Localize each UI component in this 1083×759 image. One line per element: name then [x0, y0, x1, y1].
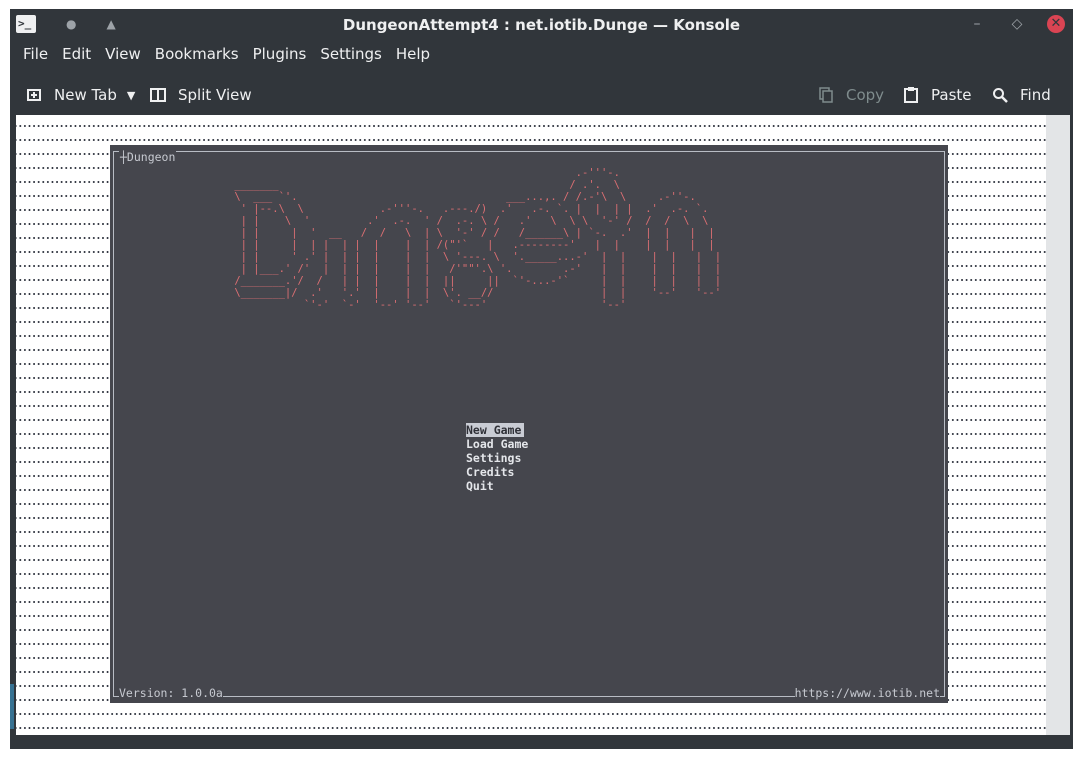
- menu-item-new-game[interactable]: New Game: [466, 423, 530, 437]
- new-tab-dropdown-icon[interactable]: ▼: [127, 89, 135, 102]
- split-view-label: Split View: [178, 86, 252, 104]
- minimize-icon[interactable]: –: [969, 16, 985, 32]
- focus-accent: [10, 684, 14, 729]
- website-url: https://www.iotib.net: [794, 686, 940, 700]
- menu-item-load-game[interactable]: Load Game: [466, 437, 530, 451]
- menu-bar: File Edit View Bookmarks Plugins Setting…: [10, 45, 1073, 69]
- terminal-scrollbar[interactable]: [1046, 115, 1070, 735]
- panel-title: ┼Dungeon: [119, 150, 177, 164]
- menu-plugins[interactable]: Plugins: [253, 45, 307, 69]
- menu-help[interactable]: Help: [396, 45, 430, 69]
- terminal-view[interactable]: ┼Dungeon Version: 1.0.0a https://www.iot…: [16, 115, 1046, 735]
- copy-label: Copy: [846, 86, 885, 104]
- search-icon: [993, 88, 1008, 103]
- konsole-window: >_ ● ▲ DungeonAttempt4 : net.iotib.Dunge…: [10, 9, 1073, 749]
- paste-button[interactable]: Paste: [903, 86, 972, 104]
- split-view-button[interactable]: Split View: [150, 86, 252, 104]
- split-view-icon: [150, 88, 166, 102]
- menu-item-settings[interactable]: Settings: [466, 451, 530, 465]
- close-icon[interactable]: ✕: [1047, 15, 1065, 33]
- title-bar[interactable]: >_ ● ▲ DungeonAttempt4 : net.iotib.Dunge…: [10, 9, 1073, 41]
- maximize-icon[interactable]: ◇: [1009, 16, 1025, 32]
- menu-file[interactable]: File: [23, 45, 48, 69]
- menu-view[interactable]: View: [105, 45, 141, 69]
- dungeon-panel: ┼Dungeon Version: 1.0.0a https://www.iot…: [110, 145, 948, 703]
- new-tab-button[interactable]: New Tab ▼: [26, 86, 135, 104]
- menu-settings[interactable]: Settings: [320, 45, 382, 69]
- paste-label: Paste: [931, 86, 972, 104]
- menu-item-credits[interactable]: Credits: [466, 465, 530, 479]
- new-tab-icon: [27, 89, 41, 101]
- menu-bookmarks[interactable]: Bookmarks: [155, 45, 239, 69]
- find-label: Find: [1020, 86, 1051, 104]
- copy-button[interactable]: Copy: [818, 86, 884, 104]
- paste-icon: [904, 87, 918, 103]
- version-label: Version: 1.0.0a: [119, 686, 223, 700]
- menu-item-new-game-label: New Game: [466, 423, 525, 437]
- copy-icon: [819, 87, 833, 103]
- menu-item-quit[interactable]: Quit: [466, 479, 530, 493]
- main-menu: New Game Load Game Settings Credits Quit: [466, 423, 530, 493]
- new-tab-label: New Tab: [54, 86, 117, 104]
- find-button[interactable]: Find: [992, 86, 1051, 104]
- dungeon-ascii-logo: .-'''-. _______ / .'. \ \ ___ `'. ___...…: [234, 167, 722, 311]
- menu-edit[interactable]: Edit: [62, 45, 91, 69]
- toolbar: New Tab ▼ Split View Copy Paste Find: [10, 83, 1073, 109]
- window-title: DungeonAttempt4 : net.iotib.Dunge — Kons…: [342, 16, 741, 34]
